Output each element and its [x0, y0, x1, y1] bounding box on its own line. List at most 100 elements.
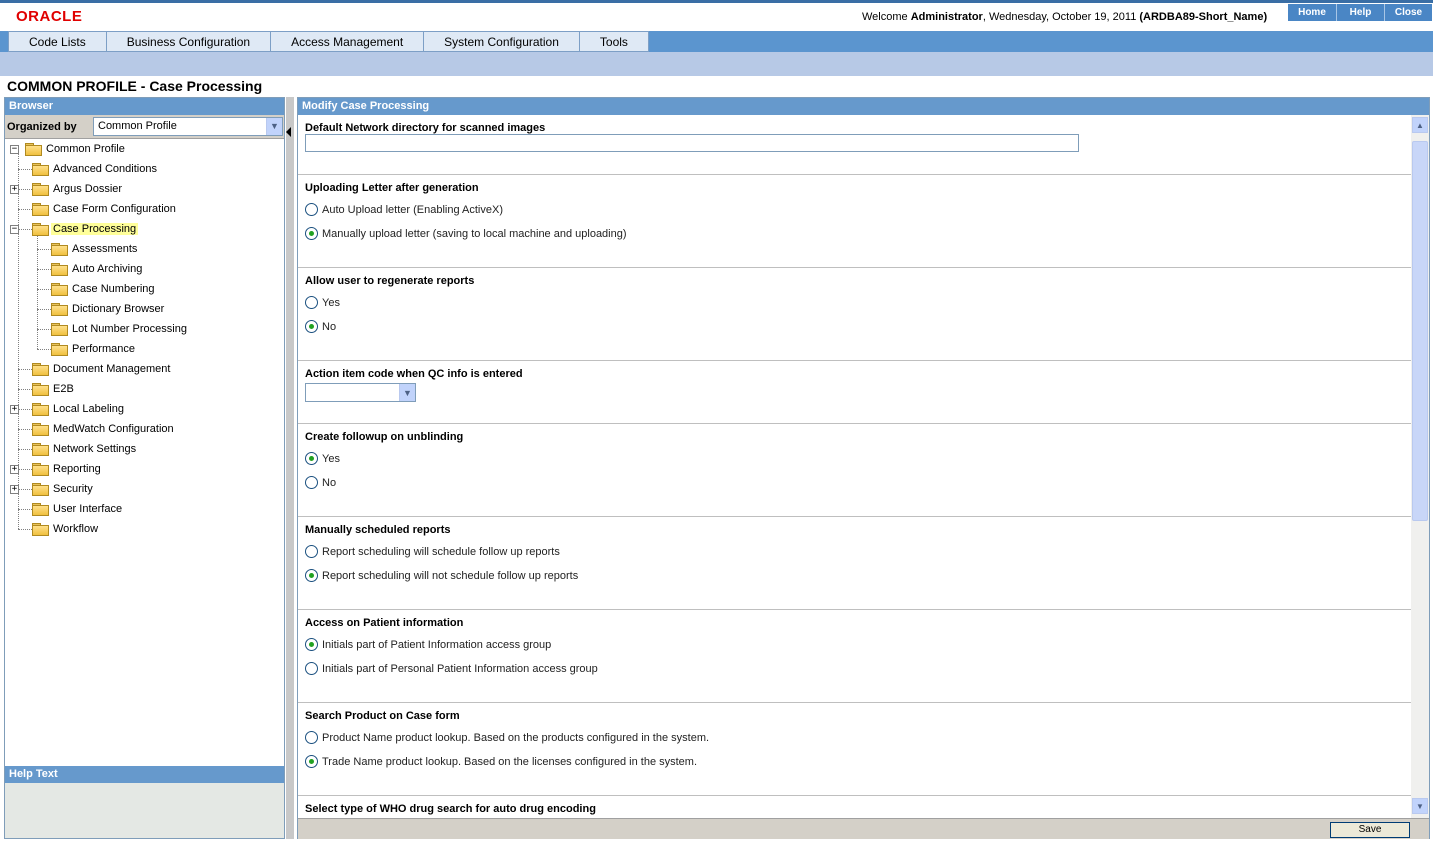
organized-by-label: Organized by	[7, 120, 77, 133]
expand-icon[interactable]: +	[10, 405, 19, 414]
network-directory-input[interactable]	[305, 134, 1079, 152]
tree-item[interactable]: Case Processing	[32, 220, 139, 238]
help-link[interactable]: Help	[1336, 4, 1384, 21]
modify-header: Modify Case Processing	[298, 98, 1429, 115]
radio-option[interactable]: No	[305, 476, 336, 489]
radio-option[interactable]: Initials part of Personal Patient Inform…	[305, 662, 598, 675]
radio-label: Report scheduling will schedule follow u…	[322, 545, 560, 558]
tree-item[interactable]: Security	[32, 480, 95, 498]
radio-unselected[interactable]	[305, 545, 318, 558]
organized-by-row: Organized by Common Profile ▼	[5, 115, 284, 139]
home-link[interactable]: Home	[1288, 4, 1336, 21]
menu-system-configuration[interactable]: System Configuration	[424, 31, 580, 52]
tree-item[interactable]: E2B	[32, 380, 76, 398]
organized-by-select[interactable]: Common Profile ▼	[93, 117, 283, 136]
radio-label: Auto Upload letter (Enabling ActiveX)	[322, 203, 503, 216]
radio-selected[interactable]	[305, 452, 318, 465]
menu-tools[interactable]: Tools	[579, 31, 649, 52]
tree-item[interactable]: Local Labeling	[32, 400, 126, 418]
radio-option[interactable]: Auto Upload letter (Enabling ActiveX)	[305, 203, 503, 216]
welcome-user: Administrator	[910, 11, 983, 23]
collapse-icon[interactable]: −	[10, 145, 19, 154]
menu-code-lists[interactable]: Code Lists	[8, 31, 107, 52]
chevron-down-icon[interactable]: ▼	[399, 384, 415, 401]
tree-item[interactable]: Common Profile	[25, 140, 127, 158]
radio-option[interactable]: Manually upload letter (saving to local …	[305, 227, 627, 240]
menu-business-configuration[interactable]: Business Configuration	[106, 31, 272, 52]
scroll-up-icon[interactable]: ▲	[1412, 117, 1428, 133]
radio-unselected[interactable]	[305, 731, 318, 744]
tree-item[interactable]: Lot Number Processing	[51, 320, 189, 338]
radio-selected[interactable]	[305, 755, 318, 768]
organized-by-value: Common Profile	[98, 120, 177, 132]
radio-unselected[interactable]	[305, 476, 318, 489]
radio-option[interactable]: Yes	[305, 296, 340, 309]
tree-item[interactable]: Network Settings	[32, 440, 138, 458]
tree-item-label: MedWatch Configuration	[53, 423, 174, 435]
expand-icon[interactable]: +	[10, 485, 19, 494]
tree-item[interactable]: Workflow	[32, 520, 100, 538]
menu-access-management[interactable]: Access Management	[271, 31, 425, 52]
radio-option[interactable]: Initials part of Patient Information acc…	[305, 638, 551, 651]
expand-icon[interactable]: +	[10, 185, 19, 194]
profile-tree: − Common Profile Advanced Conditions + Argus…	[5, 140, 284, 764]
radio-option[interactable]: Yes	[305, 452, 340, 465]
folder-icon	[51, 343, 68, 356]
tree-connector	[18, 449, 32, 450]
tree-item[interactable]: Document Management	[32, 360, 172, 378]
radio-unselected[interactable]	[305, 662, 318, 675]
setting-title: Access on Patient information	[305, 617, 464, 629]
main-menu: Code Lists Business Configuration Access…	[8, 31, 649, 52]
radio-selected[interactable]	[305, 320, 318, 333]
radio-selected[interactable]	[305, 569, 318, 582]
tree-item-label: Network Settings	[53, 443, 137, 455]
collapse-arrow-icon[interactable]	[286, 127, 291, 137]
save-button[interactable]: Save	[1330, 822, 1410, 838]
tree-item-label: Security	[53, 483, 93, 495]
expand-icon[interactable]: +	[10, 465, 19, 474]
folder-icon	[51, 243, 68, 256]
tree-item[interactable]: Assessments	[51, 240, 139, 258]
setting-title: Manually scheduled reports	[305, 524, 451, 536]
collapse-icon[interactable]: −	[10, 225, 19, 234]
tree-item[interactable]: Dictionary Browser	[51, 300, 166, 318]
close-link[interactable]: Close	[1384, 4, 1432, 21]
tree-item[interactable]: Case Form Configuration	[32, 200, 178, 218]
chevron-down-icon[interactable]: ▼	[266, 118, 282, 135]
radio-unselected[interactable]	[305, 203, 318, 216]
radio-option[interactable]: Report scheduling will not schedule foll…	[305, 569, 578, 582]
tree-item[interactable]: Advanced Conditions	[32, 160, 159, 178]
radio-unselected[interactable]	[305, 296, 318, 309]
tree-item-label: E2B	[53, 383, 74, 395]
welcome-prefix: Welcome	[862, 11, 911, 23]
radio-selected[interactable]	[305, 638, 318, 651]
tree-item-label: Case Form Configuration	[53, 203, 176, 215]
radio-option[interactable]: Product Name product lookup. Based on th…	[305, 731, 709, 744]
top-strip	[0, 0, 1433, 3]
tree-connector	[37, 309, 51, 310]
radio-label: Yes	[322, 452, 340, 465]
radio-option[interactable]: Trade Name product lookup. Based on the …	[305, 755, 697, 768]
radio-selected[interactable]	[305, 227, 318, 240]
tree-item[interactable]: Auto Archiving	[51, 260, 144, 278]
tree-item-label: Advanced Conditions	[53, 163, 157, 175]
setting-section: Default Network directory for scanned im…	[298, 115, 1411, 175]
modify-panel: Modify Case Processing Default Network d…	[297, 97, 1430, 839]
radio-option[interactable]: No	[305, 320, 336, 333]
tree-item[interactable]: MedWatch Configuration	[32, 420, 176, 438]
vertical-scrollbar[interactable]: ▲ ▼	[1411, 115, 1429, 818]
scroll-down-icon[interactable]: ▼	[1412, 798, 1428, 814]
tree-item[interactable]: User Interface	[32, 500, 124, 518]
tree-item[interactable]: Performance	[51, 340, 137, 358]
panel-splitter[interactable]	[286, 97, 294, 839]
tree-item[interactable]: Reporting	[32, 460, 103, 478]
tree-item[interactable]: Argus Dossier	[32, 180, 124, 198]
scroll-thumb[interactable]	[1412, 141, 1428, 521]
radio-option[interactable]: Report scheduling will schedule follow u…	[305, 545, 560, 558]
tree-item[interactable]: Case Numbering	[51, 280, 157, 298]
setting-title: Uploading Letter after generation	[305, 182, 479, 194]
radio-label: Manually upload letter (saving to local …	[322, 227, 627, 240]
folder-icon	[51, 323, 68, 336]
tree-connector	[37, 234, 38, 349]
action-item-code-select[interactable]: ▼	[305, 383, 416, 402]
